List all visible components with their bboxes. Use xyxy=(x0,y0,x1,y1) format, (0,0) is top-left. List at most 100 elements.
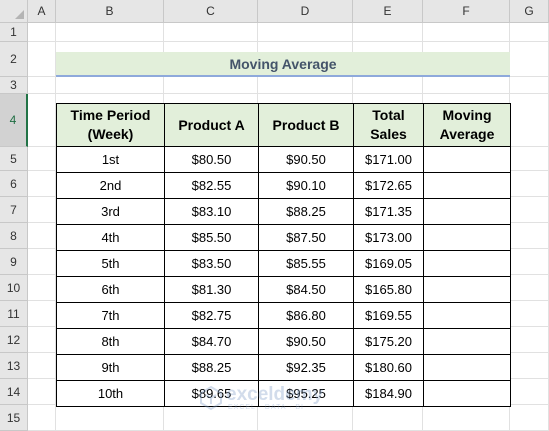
header-label-line: Sales xyxy=(370,126,407,142)
table-cell[interactable]: $173.00 xyxy=(353,224,424,251)
row-header-2[interactable]: 2 xyxy=(0,42,28,77)
select-all-triangle-icon xyxy=(15,10,24,19)
column-header-b[interactable]: B xyxy=(56,0,164,23)
table-header-row: Time Period (Week) Product A Product B Total… xyxy=(56,103,511,147)
row-header-7[interactable]: 7 xyxy=(0,197,28,223)
header-label-line: Product B xyxy=(272,116,340,133)
table-cell[interactable]: 1st xyxy=(56,146,165,173)
header-label-line: Moving xyxy=(442,107,492,123)
row-header-11[interactable]: 11 xyxy=(0,301,28,327)
table-cell[interactable] xyxy=(423,328,511,355)
row-header-8[interactable]: 8 xyxy=(0,223,28,249)
column-header-c[interactable]: C xyxy=(164,0,258,23)
table-row: 9th $88.25 $92.35 $180.60 xyxy=(56,354,511,381)
table-cell[interactable]: $184.90 xyxy=(353,380,424,407)
column-header-a[interactable]: A xyxy=(28,0,56,23)
table-cell[interactable]: $171.00 xyxy=(353,146,424,173)
table-cell[interactable]: $80.50 xyxy=(164,146,259,173)
table-row: 2nd $82.55 $90.10 $172.65 xyxy=(56,172,511,199)
gridline-horizontal xyxy=(28,41,549,42)
header-label-line: Total xyxy=(372,107,405,123)
table-cell[interactable]: $92.35 xyxy=(258,354,354,381)
gridline-horizontal xyxy=(28,93,549,94)
table-cell[interactable] xyxy=(423,380,511,407)
row-header-15[interactable]: 15 xyxy=(0,405,28,431)
table-cell[interactable]: 8th xyxy=(56,328,165,355)
table-cell[interactable] xyxy=(423,302,511,329)
table-cell[interactable]: $88.25 xyxy=(164,354,259,381)
table-cell[interactable]: $169.05 xyxy=(353,250,424,277)
table-cell[interactable]: $84.70 xyxy=(164,328,259,355)
exceldemy-watermark: exceldemy EXCEL · DATA · BI xyxy=(196,382,356,414)
row-header-4[interactable]: 4 xyxy=(0,94,28,147)
table-cell[interactable]: $84.50 xyxy=(258,276,354,303)
table-cell[interactable] xyxy=(423,198,511,225)
row-header-14[interactable]: 14 xyxy=(0,379,28,405)
table-cell[interactable]: $82.55 xyxy=(164,172,259,199)
select-all-corner[interactable] xyxy=(0,0,28,23)
table-header-cell[interactable]: Product A xyxy=(164,103,259,147)
table-cell[interactable]: $83.50 xyxy=(164,250,259,277)
table-cell[interactable] xyxy=(423,172,511,199)
column-header-e[interactable]: E xyxy=(353,0,423,23)
table-header-cell[interactable]: Product B xyxy=(258,103,354,147)
row-header-10[interactable]: 10 xyxy=(0,275,28,301)
table-row: 1st $80.50 $90.50 $171.00 xyxy=(56,146,511,173)
column-header-g[interactable]: G xyxy=(510,0,549,23)
column-header-d[interactable]: D xyxy=(258,0,353,23)
table-cell[interactable]: 7th xyxy=(56,302,165,329)
table-cell[interactable]: 5th xyxy=(56,250,165,277)
table-cell[interactable]: $82.75 xyxy=(164,302,259,329)
table-cell[interactable]: 9th xyxy=(56,354,165,381)
table-cell[interactable]: $85.55 xyxy=(258,250,354,277)
row-header-5[interactable]: 5 xyxy=(0,147,28,171)
table-cell[interactable]: $90.10 xyxy=(258,172,354,199)
table-cell[interactable] xyxy=(423,250,511,277)
sales-table: Time Period (Week) Product A Product B Total… xyxy=(56,103,511,407)
table-cell[interactable]: 4th xyxy=(56,224,165,251)
table-cell[interactable]: $85.50 xyxy=(164,224,259,251)
table-cell[interactable]: $90.50 xyxy=(258,146,354,173)
table-cell[interactable]: $83.10 xyxy=(164,198,259,225)
table-cell[interactable]: $87.50 xyxy=(258,224,354,251)
table-cell[interactable]: 10th xyxy=(56,380,165,407)
table-row: 6th $81.30 $84.50 $165.80 xyxy=(56,276,511,303)
header-label-line: Product A xyxy=(178,116,245,133)
table-row: 4th $85.50 $87.50 $173.00 xyxy=(56,224,511,251)
table-cell[interactable] xyxy=(423,276,511,303)
table-cell[interactable]: $171.35 xyxy=(353,198,424,225)
table-header-cell[interactable]: Time Period (Week) xyxy=(56,103,165,147)
table-cell[interactable] xyxy=(423,224,511,251)
table-cell[interactable]: $86.80 xyxy=(258,302,354,329)
exceldemy-logo-icon xyxy=(200,385,222,411)
row-header-12[interactable]: 12 xyxy=(0,327,28,353)
table-header-cell[interactable]: Moving Average xyxy=(423,103,511,147)
table-cell[interactable] xyxy=(423,354,511,381)
table-cell[interactable]: 2nd xyxy=(56,172,165,199)
row-header-13[interactable]: 13 xyxy=(0,353,28,379)
table-cell[interactable]: $175.20 xyxy=(353,328,424,355)
table-cell[interactable]: $169.55 xyxy=(353,302,424,329)
table-cell[interactable]: $90.50 xyxy=(258,328,354,355)
table-cell[interactable]: $172.65 xyxy=(353,172,424,199)
watermark-name: exceldemy xyxy=(226,384,324,405)
column-header-f[interactable]: F xyxy=(423,0,510,23)
row-header-6[interactable]: 6 xyxy=(0,171,28,197)
row-header-1[interactable]: 1 xyxy=(0,23,28,42)
row-header-9[interactable]: 9 xyxy=(0,249,28,275)
row-header-3[interactable]: 3 xyxy=(0,77,28,94)
table-cell[interactable]: $180.60 xyxy=(353,354,424,381)
table-row: 3rd $83.10 $88.25 $171.35 xyxy=(56,198,511,225)
table-row: 8th $84.70 $90.50 $175.20 xyxy=(56,328,511,355)
table-cell[interactable] xyxy=(423,146,511,173)
table-cell[interactable]: $81.30 xyxy=(164,276,259,303)
table-cell[interactable]: 3rd xyxy=(56,198,165,225)
sheet-title: Moving Average xyxy=(56,52,510,77)
table-cell[interactable]: $165.80 xyxy=(353,276,424,303)
table-cell[interactable]: $88.25 xyxy=(258,198,354,225)
header-label-line: Time Period xyxy=(70,107,151,123)
watermark-tagline: EXCEL · DATA · BI xyxy=(228,404,304,411)
table-row: 7th $82.75 $86.80 $169.55 xyxy=(56,302,511,329)
table-cell[interactable]: 6th xyxy=(56,276,165,303)
table-header-cell[interactable]: Total Sales xyxy=(353,103,424,147)
